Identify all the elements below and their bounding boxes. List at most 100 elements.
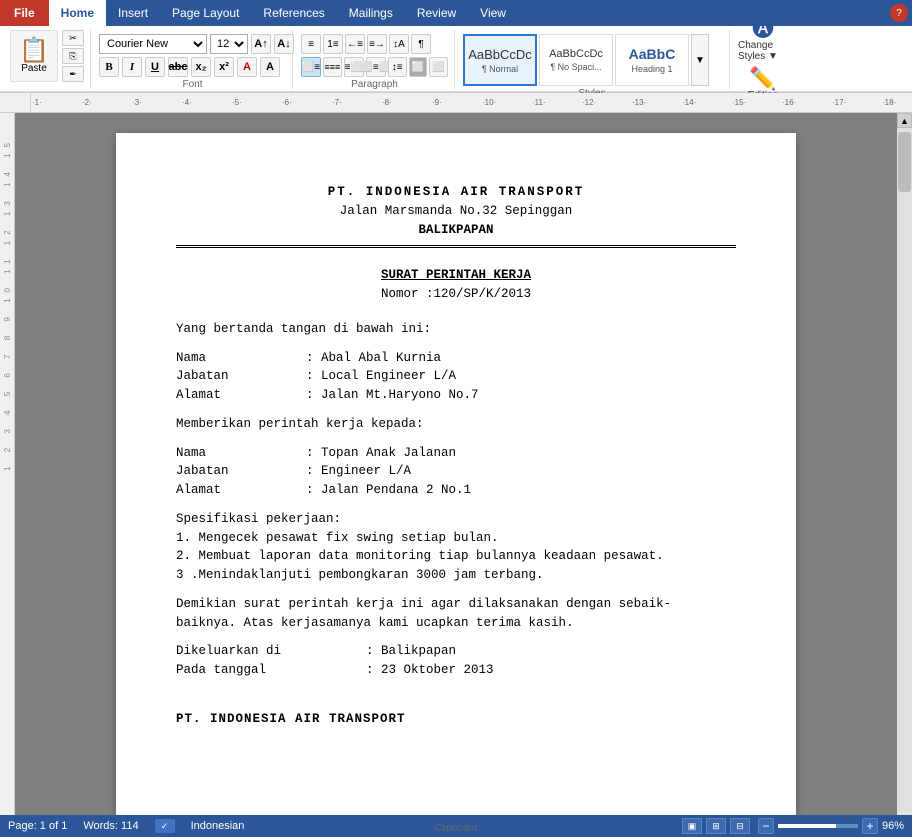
paste-button[interactable]: 📋 Paste [10, 30, 58, 82]
underline-button[interactable]: U [145, 57, 165, 77]
word-count: Words: 114 [83, 820, 138, 832]
font-row2: B I U abc x₂ x² A A [99, 57, 294, 77]
print-layout-button[interactable]: ▣ [682, 818, 702, 834]
tab-review[interactable]: Review [405, 0, 468, 26]
date-label: Pada tanggal [176, 661, 366, 680]
doc-scroll[interactable]: PT. INDONESIA AIR TRANSPORT Jalan Marsma… [15, 113, 897, 815]
svg-text:·12·: ·12· [582, 98, 596, 107]
svg-text:·14·: ·14· [682, 98, 696, 107]
zoom-out-button[interactable]: − [758, 818, 774, 834]
indent-decrease-button[interactable]: ←≡ [345, 34, 365, 54]
intro-text: Yang bertanda tangan di bawah ini: [176, 320, 736, 339]
recipient-jabatan-val: : Engineer L/A [306, 462, 411, 481]
recipient-jabatan-label: Jabatan [176, 462, 306, 481]
surat-title: SURAT PERINTAH KERJA [176, 266, 736, 285]
date-row: Pada tanggal : 23 Oktober 2013 [176, 661, 736, 680]
svg-text:·11·: ·11· [532, 98, 546, 107]
main-area: 1 2 3 4 5 6 7 8 9 10 11 12 13 14 15 PT. … [0, 113, 912, 815]
change-styles-editing-group: 🅐 Change Styles ▼ ✏️ Editing [729, 30, 796, 89]
view-buttons: ▣ ⊞ ⊟ [682, 818, 750, 834]
para-row2: ⬜≡ ≡≡≡ ≡⬜ ⬜≡⬜ ↕≡ ⬜ ⬜ [301, 57, 448, 77]
font-group-label: Font [182, 79, 202, 90]
recipient-alamat-label: Alamat [176, 481, 306, 500]
sender-jabatan-val: : Local Engineer L/A [306, 367, 456, 386]
svg-text:·16·: ·16· [782, 98, 796, 107]
svg-text:·2·: ·2· [82, 98, 92, 107]
paste-label: Paste [21, 63, 47, 74]
change-styles-label: Change Styles ▼ [738, 40, 788, 62]
indent-increase-button[interactable]: ≡→ [367, 34, 387, 54]
svg-text:·7·: ·7· [332, 98, 342, 107]
document-page[interactable]: PT. INDONESIA AIR TRANSPORT Jalan Marsma… [116, 133, 796, 815]
place-row: Dikeluarkan di : Balikpapan [176, 642, 736, 661]
tab-insert[interactable]: Insert [106, 0, 160, 26]
svg-text:·1·: ·1· [32, 98, 42, 107]
show-marks-button[interactable]: ¶ [411, 34, 431, 54]
closing1: Demikian surat perintah kerja ini agar d… [176, 595, 736, 614]
increase-font-button[interactable]: A↑ [251, 34, 271, 54]
spec-title: Spesifikasi pekerjaan: [176, 510, 736, 529]
style-heading1[interactable]: AaBbC Heading 1 [615, 34, 689, 86]
ribbon-controls: 📋 Paste ✂ ⎘ ✒ Clipboard Courier New 12 [0, 26, 912, 92]
align-justify-button[interactable]: ⬜≡⬜ [366, 57, 386, 77]
italic-button[interactable]: I [122, 57, 142, 77]
style-normal[interactable]: AaBbCcDc ¶ Normal [463, 34, 537, 86]
zoom-in-button[interactable]: + [862, 818, 878, 834]
format-painter-button[interactable]: ✒ [62, 66, 84, 82]
font-name-select[interactable]: Courier New [99, 34, 207, 54]
cut-button[interactable]: ✂ [62, 30, 84, 46]
style-normal-label: ¶ Normal [482, 64, 518, 74]
style-nospace[interactable]: AaBbCcDc ¶ No Spaci... [539, 34, 613, 86]
tab-page-layout[interactable]: Page Layout [160, 0, 251, 26]
sort-button[interactable]: ↕A [389, 34, 409, 54]
spell-check-icon[interactable]: ✓ [155, 819, 175, 833]
scroll-up-button[interactable]: ▲ [897, 113, 912, 128]
change-styles-icon: 🅐 [752, 18, 774, 40]
web-layout-button[interactable]: ⊟ [730, 818, 750, 834]
tab-home[interactable]: Home [49, 0, 106, 26]
align-left-button[interactable]: ⬜≡ [301, 57, 321, 77]
svg-text:·15·: ·15· [732, 98, 746, 107]
change-styles-button[interactable]: 🅐 Change Styles ▼ [738, 18, 788, 62]
svg-text:·3·: ·3· [132, 98, 142, 107]
para-row1: ≡ 1≡ ←≡ ≡→ ↕A ¶ [301, 34, 448, 54]
highlight-button[interactable]: A [260, 57, 280, 77]
list-numbers-button[interactable]: 1≡ [323, 34, 343, 54]
tab-references[interactable]: References [251, 0, 336, 26]
align-center-button[interactable]: ≡≡≡ [323, 57, 342, 77]
recipient-nama-val: : Topan Anak Jalanan [306, 444, 456, 463]
subscript-button[interactable]: x₂ [191, 57, 211, 77]
full-screen-button[interactable]: ⊞ [706, 818, 726, 834]
spec2: 2. Membuat laporan data monitoring tiap … [176, 547, 736, 566]
copy-button[interactable]: ⎘ [62, 48, 84, 64]
list-bullets-button[interactable]: ≡ [301, 34, 321, 54]
tab-view[interactable]: View [468, 0, 518, 26]
decrease-font-button[interactable]: A↓ [274, 34, 294, 54]
style-h1-preview: AaBbC [629, 46, 676, 62]
style-normal-preview: AaBbCcDc [468, 47, 532, 62]
scroll-thumb[interactable] [898, 132, 911, 192]
svg-text:·10·: ·10· [482, 98, 496, 107]
zoom-slider[interactable] [778, 824, 858, 828]
paste-icon: 📋 [19, 39, 49, 63]
font-size-select[interactable]: 12 [210, 34, 248, 54]
styles-more-button[interactable]: ▼ [691, 34, 709, 86]
font-row1: Courier New 12 A↑ A↓ [99, 34, 294, 54]
tab-mailings[interactable]: Mailings [337, 0, 405, 26]
style-h1-label: Heading 1 [631, 64, 672, 74]
place-label: Dikeluarkan di [176, 642, 366, 661]
line-spacing-button[interactable]: ↕≡ [388, 57, 407, 77]
svg-text:·17·: ·17· [832, 98, 846, 107]
help-icon[interactable]: ? [890, 4, 908, 22]
strikethrough-button[interactable]: abc [168, 57, 188, 77]
footer-company: PT. INDONESIA AIR TRANSPORT [176, 710, 736, 729]
shading-button[interactable]: ⬜ [409, 57, 428, 77]
svg-text:·4·: ·4· [182, 98, 192, 107]
tab-file[interactable]: File [0, 0, 49, 26]
bold-button[interactable]: B [99, 57, 119, 77]
recipient-jabatan-row: Jabatan : Engineer L/A [176, 462, 736, 481]
superscript-button[interactable]: x² [214, 57, 234, 77]
text-color-button[interactable]: A [237, 57, 257, 77]
border-button[interactable]: ⬜ [429, 57, 448, 77]
style-nospace-preview: AaBbCcDc [549, 48, 603, 60]
